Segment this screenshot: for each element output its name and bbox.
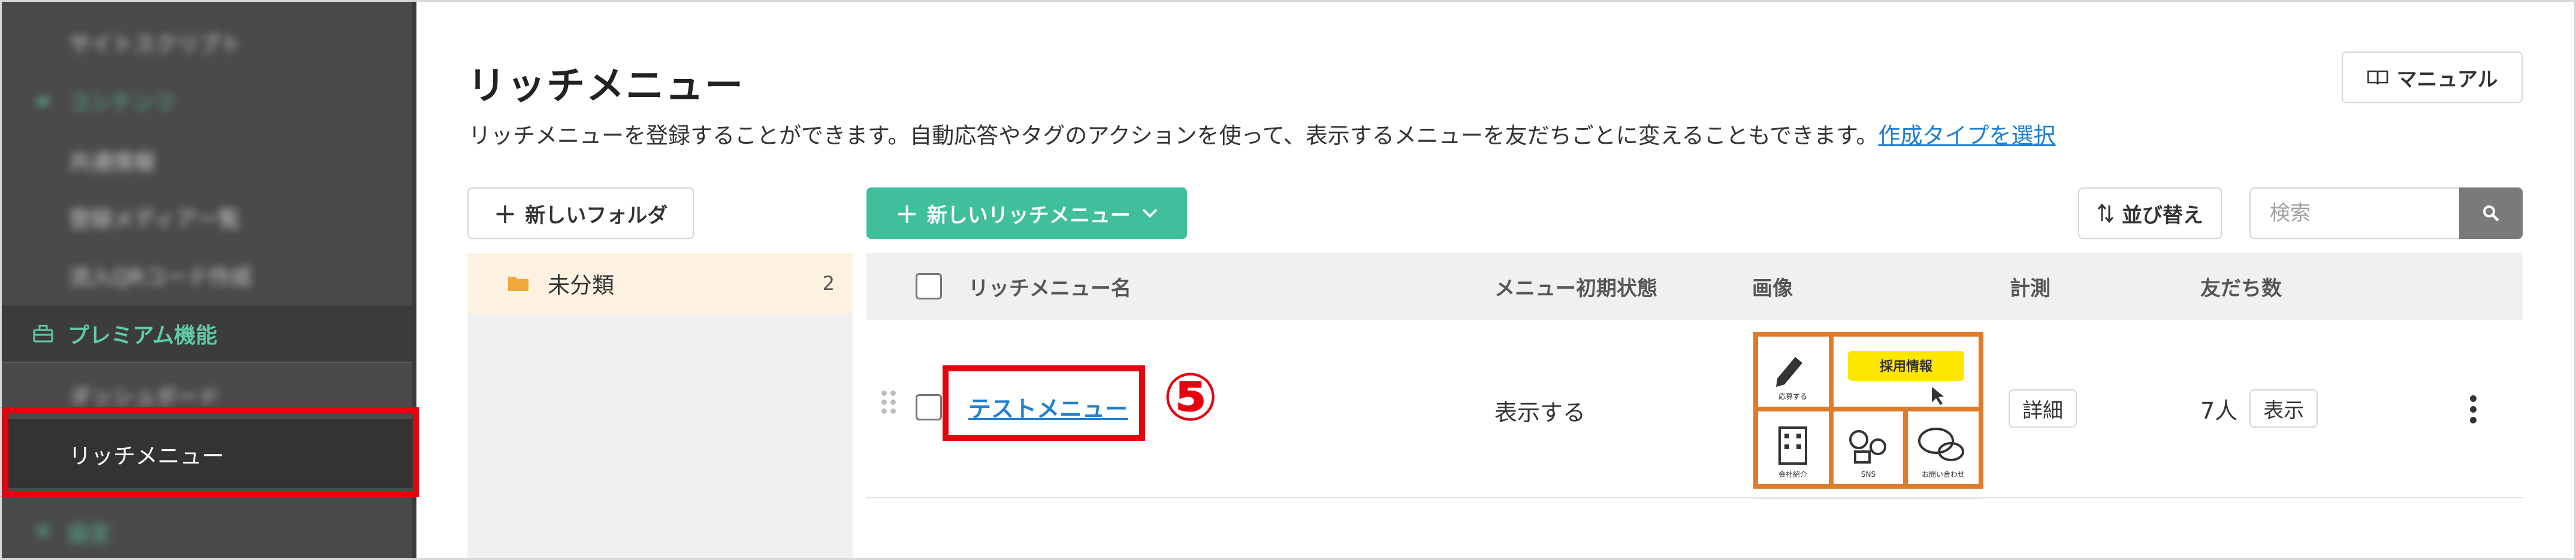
plus-icon: + [895, 197, 919, 229]
sidebar-item-label: コンテンツ [68, 90, 176, 115]
sidebar-item-common-info[interactable]: 共通情報 [0, 132, 416, 189]
search-icon [2483, 205, 2499, 222]
highlight-box-menu-name [943, 365, 1145, 441]
premium-box-icon [33, 325, 53, 343]
manual-label: マニュアル [2396, 67, 2498, 92]
thumbnail-label-contact: お問い合わせ [1922, 470, 1965, 479]
sidebar-item-label: プレミアム機能 [68, 323, 218, 348]
page-description: リッチメニューを登録することができます。自動応答やタグのアクションを使って、表示… [469, 117, 2055, 150]
thumbnail-label-company: 会社紹介 [1778, 470, 1807, 479]
column-header-measure: 計測 [2010, 276, 2050, 301]
manual-button[interactable]: マニュアル [2342, 52, 2523, 103]
initial-state-value: 表示する [1494, 399, 1586, 426]
search-button[interactable] [2459, 187, 2523, 239]
table-header: リッチメニュー名 メニュー初期状態 画像 計測 友だち数 [866, 253, 2523, 320]
folder-item-uncategorized[interactable]: 未分類 2 [467, 253, 853, 314]
row-checkbox[interactable] [916, 394, 942, 420]
column-header-name: リッチメニュー名 [968, 276, 1131, 301]
book-icon [2367, 70, 2388, 85]
table-row-next [866, 498, 2523, 560]
sidebar-item-label: 登録メディア一覧 [69, 207, 240, 232]
column-header-initial-state: メニュー初期状態 [1494, 276, 1657, 301]
sidebar-category-settings[interactable]: ⚙ 設定 [0, 503, 416, 560]
new-folder-label: 新しいフォルダ [525, 203, 668, 228]
thumbnail-banner-text: 採用情報 [1880, 359, 1933, 374]
column-header-image: 画像 [1752, 276, 1793, 301]
sidebar-item-label: 共通情報 [69, 150, 156, 175]
chevron-down-icon [1142, 208, 1158, 218]
sidebar-item-media-list[interactable]: 登録メディア一覧 [0, 189, 416, 246]
step-marker: ⑤ [1162, 359, 1219, 435]
sidebar-category-premium[interactable]: プレミアム機能 [0, 305, 416, 363]
folder-name: 未分類 [548, 273, 614, 298]
sort-button[interactable]: 並び替え [2078, 187, 2222, 239]
drag-handle[interactable] [881, 391, 896, 423]
thumbnail-label-sns: SNS [1861, 470, 1876, 479]
folder-icon: ▰ [36, 90, 50, 111]
search-input[interactable] [2249, 187, 2459, 239]
description-text: リッチメニューを登録することができます。自動応答やタグのアクションを使って、表示… [469, 123, 1879, 149]
folder-icon [507, 274, 530, 292]
rich-menu-thumbnail: 採用情報 応募する 会社紹介 SNS お問い合わせ [1753, 332, 1983, 489]
sidebar-item-label: ダッシュボード [69, 385, 221, 410]
gear-icon: ⚙ [35, 521, 52, 542]
friends-count: 7人 [2200, 397, 2238, 424]
sort-label: 並び替え [2122, 203, 2203, 228]
plus-icon: + [493, 197, 517, 229]
new-rich-menu-button[interactable]: + 新しいリッチメニュー [866, 187, 1187, 239]
sidebar-item-label: サイトスクリプト [69, 32, 242, 57]
select-type-link[interactable]: 作成タイプを選択 [1878, 123, 2055, 149]
new-rich-menu-label: 新しいリッチメニュー [926, 203, 1131, 228]
sidebar-item-label: 設定 [68, 521, 111, 546]
page-title: リッチメニュー [467, 64, 744, 108]
thumbnail-label-apply: 応募する [1778, 392, 1807, 401]
sidebar-item-site-script[interactable]: サイトスクリプト [0, 14, 416, 71]
folder-panel: 未分類 2 [467, 253, 853, 560]
sidebar-category-contents[interactable]: ▰ コンテンツ [0, 72, 416, 129]
highlight-box-sidebar [2, 407, 419, 497]
show-friends-button[interactable]: 表示 [2249, 389, 2318, 428]
more-options-icon[interactable] [2470, 395, 2477, 423]
folder-count: 2 [822, 272, 835, 295]
sidebar-item-label: 流入QRコード作成 [69, 265, 252, 290]
new-folder-button[interactable]: + 新しいフォルダ [467, 187, 694, 239]
column-header-friends: 友だち数 [2200, 276, 2282, 301]
detail-button[interactable]: 詳細 [2009, 389, 2077, 428]
sort-icon [2097, 203, 2114, 223]
sidebar-item-qr-code[interactable]: 流入QRコード作成 [0, 247, 416, 304]
select-all-checkbox[interactable] [916, 253, 942, 320]
